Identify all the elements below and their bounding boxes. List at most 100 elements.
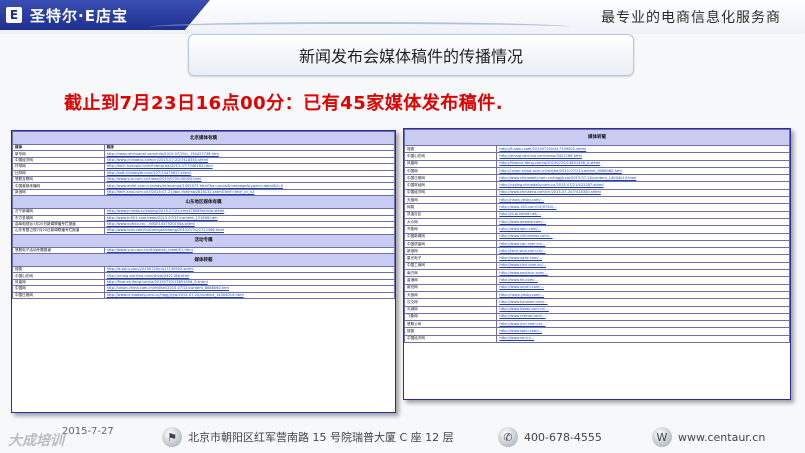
- article-link[interactable]: http://www.xgdz.com/...: [496, 254, 790, 263]
- media-name: 汉文网: [403, 298, 498, 307]
- media-name: 天极网: [403, 196, 498, 205]
- article-link[interactable]: http://www.hebei.com.cn/...: [496, 305, 790, 314]
- media-name: 南方网: [403, 269, 498, 278]
- table-row: 南方网 http://www.southcn.com/...: [403, 269, 790, 278]
- table-row: 长城网 http://www.hebei.com.cn/...: [403, 305, 790, 314]
- footer-date: 2015-7-27: [62, 426, 114, 437]
- article-link[interactable]: http://tech.sina.com.cn/...: [496, 247, 790, 256]
- footer-website: W www.centaur.cn: [652, 427, 765, 447]
- watermark: 大成培训: [8, 433, 64, 449]
- article-link[interactable]: http://www.hanwen.com/...: [496, 298, 790, 307]
- table-row: 香港网 http://www.hk.com/...: [403, 276, 790, 285]
- article-link[interactable]: http://www.cctime.com/...: [496, 312, 790, 322]
- slide-title: 新闻发布会媒体稿件的传播情况: [298, 47, 523, 66]
- media-name: 网易: [403, 203, 498, 212]
- media-name: 中国新闻网: [403, 232, 498, 241]
- header-bar: E 圣特尔·E店宝 最专业的电商信息化服务商: [0, 0, 805, 34]
- article-link[interactable]: http://www.dzwww.com/...: [496, 217, 790, 227]
- media-name: 搜狐: [403, 327, 498, 336]
- footer: 大成培训 2015-7-27 ⚑ 北京市朝阳区红军营南路 15 号院瑞普大厦 C…: [0, 420, 805, 453]
- media-name: 齐鲁网: [403, 225, 498, 234]
- article-link[interactable]: http://www.xinshi.com/...: [496, 283, 790, 292]
- logo-e-icon: E: [6, 7, 22, 23]
- table-section-header: 媒体转载: [404, 129, 790, 146]
- table-row: 齐鲁网 http://www.iqilu.com/...: [403, 225, 790, 234]
- article-link[interactable]: http://finance.ifeng.com/a/20150720/1385…: [496, 159, 790, 168]
- table-row: 天极网 http://news.yesky.com/...: [403, 290, 790, 300]
- table-row: 中国新闻网 http://www.chinanews.com/...: [403, 232, 790, 241]
- media-name: 中国财经网: [403, 181, 498, 190]
- table-row: 搜狐 http://www.sohu.com/...: [403, 327, 790, 336]
- media-name: 香港网: [403, 276, 498, 285]
- header-swoosh: [150, 22, 570, 32]
- article-link[interactable]: http://www.iqilu.com/...: [496, 225, 790, 234]
- header-slogan: 最专业的电商信息化服务商: [601, 10, 781, 26]
- globe-icon: W: [652, 427, 672, 447]
- table-row: 慧聪公司 http://www.yun.com.cn/...: [403, 320, 790, 329]
- media-name: 飞象网: [403, 312, 498, 322]
- logo-text: 圣特尔·E店宝: [30, 6, 128, 25]
- table-row: 天极网 http://news.yesky.com/...: [403, 196, 790, 205]
- article-link[interactable]: http://www.chinaeco.com/cn/2015-07-20/74…: [496, 188, 790, 198]
- table-row: 大众网 http://www.dzwww.com/...: [403, 217, 790, 227]
- footer-address: ⚑ 北京市朝阳区红军营南路 15 号院瑞普大厦 C 座 12 层: [162, 427, 454, 447]
- table-row: 凤凰网 http://finance.ifeng.com/a/20150720/1…: [403, 159, 790, 168]
- article-link[interactable]: http://www.chinadaily.com.cn/hqgj/jryw/2…: [496, 174, 790, 183]
- table-section-header: 媒体转载: [12, 253, 395, 268]
- media-name: 凤凰网: [403, 159, 498, 168]
- section-title: 北京媒体有稿: [12, 131, 395, 145]
- location-icon: ⚑: [162, 427, 182, 447]
- media-name: 新世网: [403, 283, 498, 292]
- article-link[interactable]: http://www.hk.com/...: [496, 276, 790, 285]
- table-row: 新世网 http://www.xinshi.com/...: [403, 283, 790, 292]
- right-document: 媒体转载 搜狐 http://it.sohu.com/20150720/n41713…: [403, 128, 791, 400]
- article-link[interactable]: http://www.cqn.com.cn/...: [496, 239, 790, 249]
- table-row: 中国经济网 http://www.chinaeco.com/cn/2015-07-…: [403, 188, 790, 198]
- article-link[interactable]: http://club.kdnet.net/...: [496, 210, 790, 219]
- article-link[interactable]: http://www.southcn.com/...: [496, 269, 790, 278]
- table-row: 网易 http://www.163.com/15/0720/...: [403, 203, 790, 212]
- article-link[interactable]: http://union.china.com.cn/md/txt/2015-07…: [496, 166, 790, 176]
- section-title: 媒体转载: [12, 253, 395, 268]
- footer-website-text: www.centaur.cn: [678, 430, 766, 444]
- table-row: 飞象网 http://www.cctime.com/...: [403, 312, 790, 322]
- table-row: 中国日报网 http://www.chinadaily.com.cn/hqgj/j…: [403, 174, 790, 183]
- article-link[interactable]: http://news.yesky.com/...: [496, 290, 790, 300]
- article-link[interactable]: http://caijing.chinadaily.com.cn/2015-07…: [496, 181, 790, 190]
- media-name: 搜狐: [403, 144, 498, 154]
- section-title: 山东地区媒体有稿: [12, 195, 395, 210]
- table-section-header: 山东地区媒体有稿: [12, 195, 395, 210]
- article-link[interactable]: http://www.chinadaily.com.cn/hqgj/jryw/2…: [103, 291, 396, 300]
- article-link[interactable]: http://www.yun.com.cn/...: [496, 320, 790, 329]
- table-row: 新浪网 http://tech.sina.com.cn/...: [403, 247, 790, 256]
- media-name: 长城网: [403, 305, 498, 314]
- slide-title-box: 新闻发布会媒体稿件的传播情况: [188, 34, 634, 76]
- media-name: 中国质量网: [403, 239, 498, 249]
- article-link[interactable]: http://www.chinanews.com/...: [496, 232, 790, 241]
- phone-icon: ✆: [498, 427, 518, 447]
- article-link[interactable]: http://www.cicn.com.cn/...: [496, 261, 790, 271]
- table-row: 中国日报网 http://www.chinadaily.com.cn/hqgj/j…: [12, 291, 396, 300]
- article-link[interactable]: http://news.yesky.com/...: [496, 196, 790, 205]
- article-link[interactable]: http://www.ce.cn/...: [496, 334, 790, 344]
- footer-phone-text: 400-678-4555: [524, 430, 602, 444]
- article-link[interactable]: http://www.sohu.com/...: [496, 327, 790, 336]
- table-section-header: 北京媒体有稿: [12, 131, 395, 145]
- section-title: 活动专稿: [12, 233, 395, 248]
- media-name: 中国日报网: [12, 291, 105, 300]
- table-row: 中国经济网 http://www.ce.cn/...: [403, 334, 790, 344]
- right-media-table: 媒体转载 搜狐 http://it.sohu.com/20150720/n41713…: [403, 129, 790, 344]
- media-name: 天极网: [403, 290, 498, 300]
- media-name: 新浪网: [403, 247, 498, 256]
- media-name: 中国山东网: [403, 152, 498, 161]
- media-name: 中国工商网: [403, 261, 498, 271]
- table-section-header: 活动专稿: [12, 233, 395, 248]
- left-media-table: 北京媒体有稿 媒体 链接 新华网 http://news.xinhuanet.com/i…: [12, 131, 396, 300]
- article-link[interactable]: http://sinaig.sdchina.com/show/3421166.h…: [496, 152, 790, 161]
- table-row: 汉文网 http://www.hanwen.com/...: [403, 298, 790, 307]
- table-row: 中国工商网 http://www.cicn.com.cn/...: [403, 261, 790, 271]
- media-name: 中国经济网: [403, 334, 498, 344]
- article-link[interactable]: http://www.163.com/15/0720/...: [496, 203, 790, 212]
- article-link[interactable]: http://it.sohu.com/20150720/n417139502.s…: [496, 144, 790, 154]
- left-document: 北京媒体有稿 媒体 链接 新华网 http://news.xinhuanet.com/i…: [11, 130, 396, 413]
